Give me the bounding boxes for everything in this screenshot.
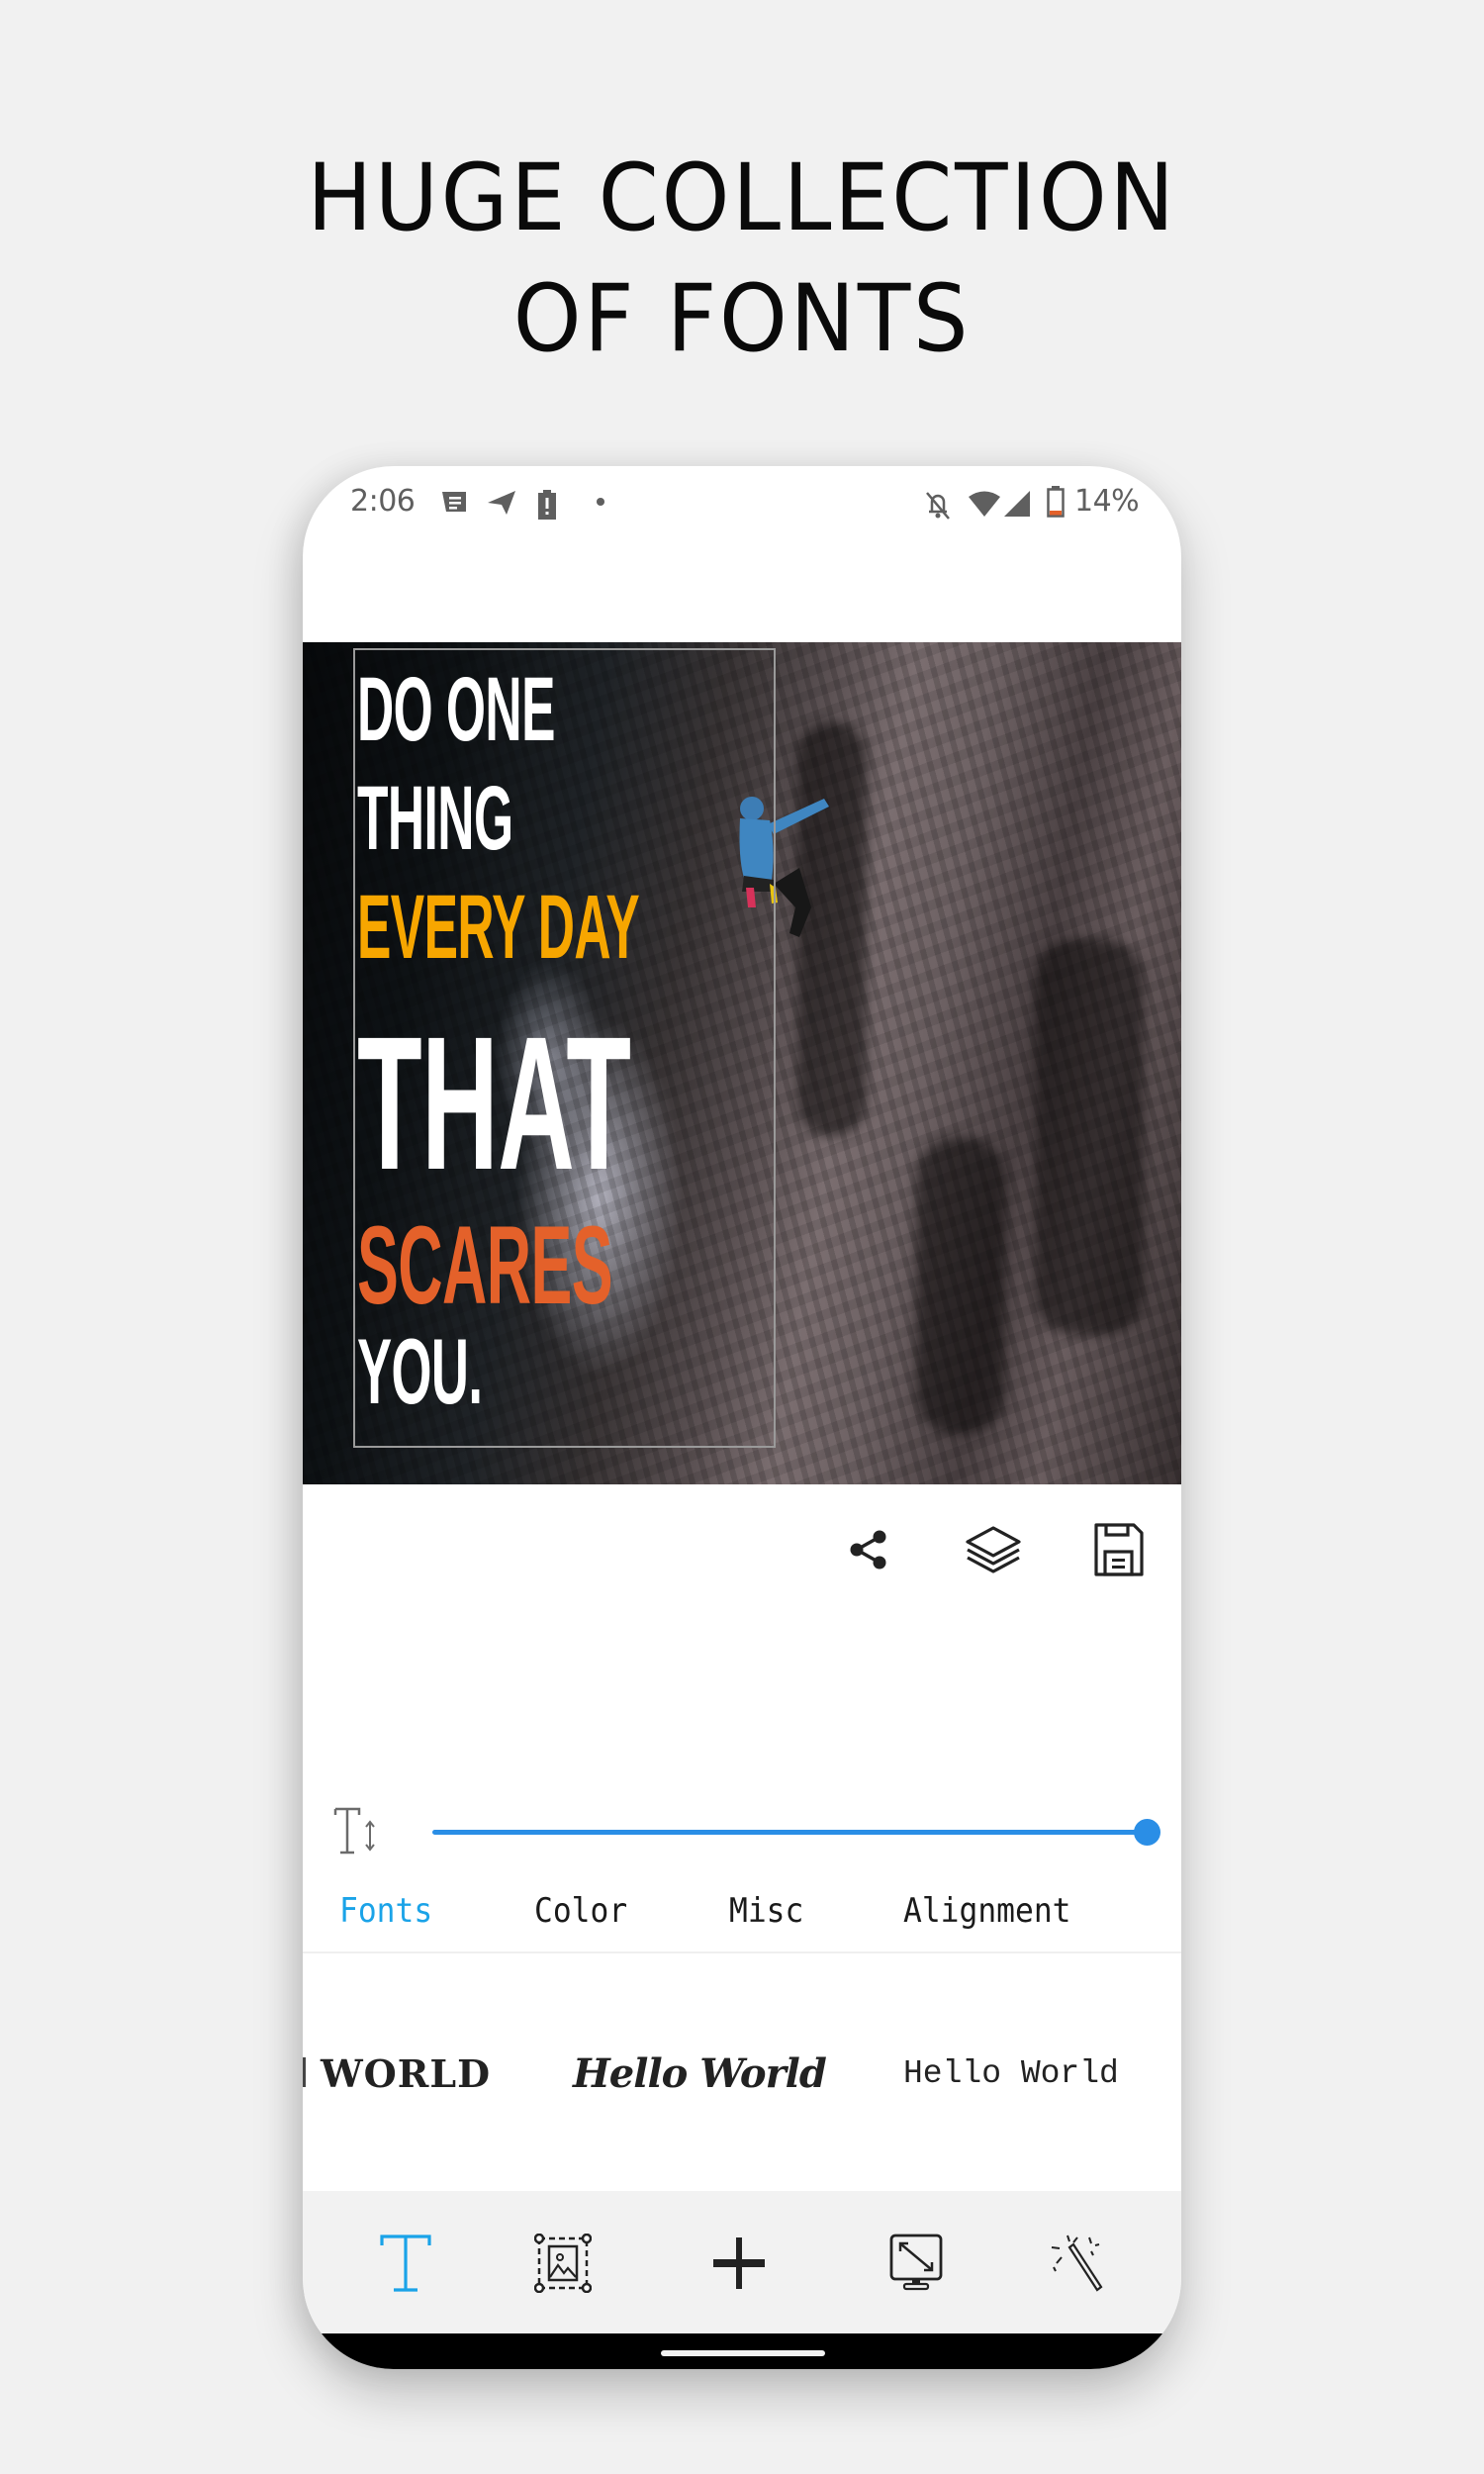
tab-alignment[interactable]: Alignment [903, 1881, 1070, 1941]
status-time: 2:06 [350, 484, 416, 519]
bottom-toolbar [303, 2191, 1181, 2333]
cellular-signal-icon [1004, 491, 1030, 517]
effects-button[interactable] [1043, 2231, 1108, 2296]
image-tool-button[interactable] [530, 2231, 596, 2296]
layers-button[interactable] [964, 1520, 1023, 1579]
tab-misc[interactable]: Misc [729, 1881, 803, 1941]
dot-icon [597, 498, 604, 506]
plus-icon [713, 2237, 765, 2289]
battery-percent: 14% [1074, 484, 1140, 519]
quote-line-6[interactable]: YOU. [357, 1325, 483, 1418]
promo-headline: HUGE COLLECTION OF FONTS [52, 139, 1433, 380]
font-sample-typewriter[interactable]: Hello World [903, 2010, 1119, 2139]
notifications-off-icon [926, 492, 950, 520]
add-element-button[interactable] [706, 2231, 772, 2296]
tab-color[interactable]: Color [534, 1881, 627, 1941]
share-button[interactable] [839, 1520, 898, 1579]
font-sample-script[interactable]: Hello World [573, 2010, 827, 2139]
font-picker-list[interactable]: WORLD Hello World Hello World [303, 2010, 1181, 2139]
phone-frame: 2:06 14% DO ONE THING EVERY DAY THAT SCA… [303, 466, 1181, 2369]
message-notification-icon [442, 492, 466, 512]
resize-canvas-button[interactable] [883, 2231, 949, 2296]
quote-line-3[interactable]: EVERY DAY [357, 882, 640, 973]
canvas-actions [303, 1520, 1181, 1579]
status-bar: 2:06 14% [303, 484, 1181, 520]
font-sample-slab[interactable]: WORLD [321, 2010, 491, 2139]
tabs-divider [303, 1951, 1181, 1953]
home-indicator[interactable] [661, 2350, 825, 2356]
quote-line-2[interactable]: THING [357, 773, 513, 864]
magic-wand-icon [1051, 2235, 1103, 2292]
quote-line-5[interactable]: SCARES [357, 1210, 613, 1321]
save-icon [1094, 1523, 1144, 1576]
text-size-slider-track[interactable] [432, 1830, 1147, 1835]
headline-line-2: OF FONTS [512, 265, 972, 373]
layers-icon [966, 1526, 1021, 1573]
text-size-slider-thumb[interactable] [1133, 1819, 1160, 1846]
wifi-icon [969, 491, 1000, 517]
system-nav-bar [303, 2333, 1181, 2369]
text-size-control [303, 1797, 1181, 1866]
share-icon [850, 1530, 886, 1570]
telegram-icon [488, 491, 515, 515]
headline-line-1: HUGE COLLECTION [307, 144, 1177, 252]
text-tool-button[interactable] [373, 2231, 438, 2296]
save-button[interactable] [1089, 1520, 1149, 1579]
quote-line-1[interactable]: DO ONE [357, 664, 555, 755]
clipped-font-sample-edge [303, 2057, 306, 2087]
text-options-tabs: Fonts Color Misc Alignment [303, 1881, 1181, 1941]
resize-canvas-icon [889, 2234, 943, 2291]
text-tool-icon [380, 2235, 431, 2292]
image-frame-icon [534, 2234, 592, 2293]
battery-icon [1047, 486, 1065, 518]
text-size-icon [333, 1807, 375, 1855]
tab-fonts[interactable]: Fonts [339, 1881, 432, 1941]
design-canvas[interactable]: DO ONE THING EVERY DAY THAT SCARES YOU. [303, 642, 1181, 1484]
battery-alert-icon [538, 490, 556, 520]
quote-line-4[interactable]: THAT [357, 1008, 631, 1198]
